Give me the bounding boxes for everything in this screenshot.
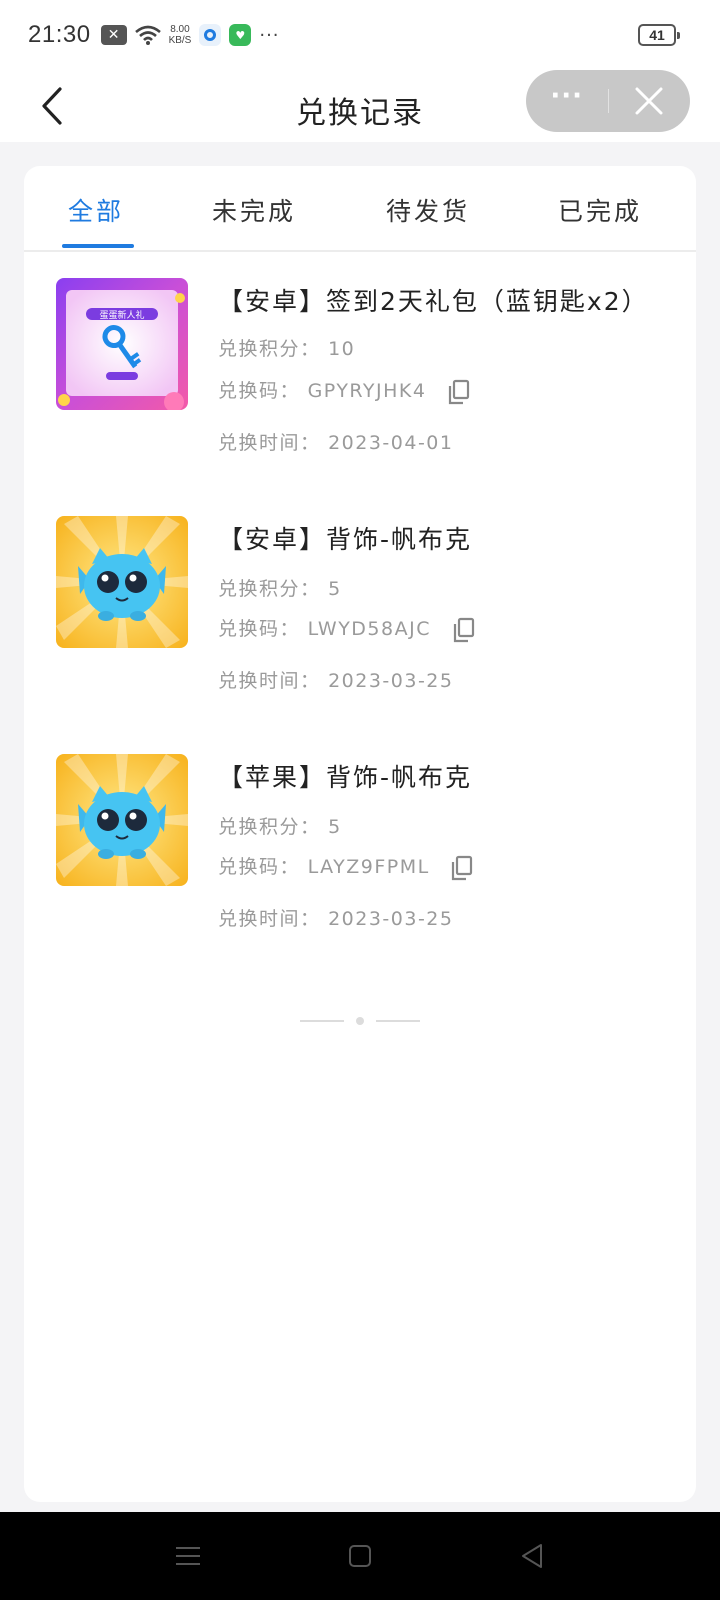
points-value: 5 [328, 578, 342, 600]
code-value: LWYD58AJC [307, 618, 431, 640]
time-label: 兑换时间： [218, 908, 321, 930]
record-points-row: 兑换积分： 5 [218, 812, 342, 839]
net-speed: 8.00 KB/S [169, 24, 192, 46]
list-end-marker [24, 1016, 696, 1026]
time-value: 2023-03-25 [328, 670, 454, 692]
records-card: 全部 未完成 待发货 已完成 蛋蛋新人礼 【安卓】签到2天礼包（蓝钥匙x2） 兑… [24, 166, 696, 1502]
copy-icon [452, 855, 473, 880]
record-code-row: 兑换码： GPYRYJHK4 [218, 376, 472, 405]
status-time: 21:30 [28, 21, 91, 48]
end-divider-left [300, 1020, 344, 1022]
system-back-button[interactable] [512, 1540, 552, 1572]
battery-indicator: 41 [638, 24, 680, 46]
record-item[interactable]: 蛋蛋新人礼 【安卓】签到2天礼包（蓝钥匙x2） 兑换积分： 10 兑换码： GP… [56, 278, 676, 478]
record-code-row: 兑换码： LWYD58AJC [218, 614, 477, 643]
net-speed-value: 8.00 [170, 24, 190, 35]
x-badge-icon: ✕ [100, 25, 127, 45]
code-label: 兑换码： [218, 856, 301, 878]
record-thumbnail: 蛋蛋新人礼 [56, 278, 188, 410]
record-title: 【安卓】背饰-帆布克 [218, 525, 473, 554]
points-label: 兑换积分： [218, 816, 321, 838]
home-button[interactable] [340, 1540, 380, 1572]
active-tab-indicator [62, 244, 134, 248]
points-label: 兑换积分： [218, 338, 321, 360]
code-label: 兑换码： [218, 380, 301, 402]
more-notifications: ··· [259, 24, 280, 46]
points-value: 10 [328, 338, 356, 360]
record-item[interactable]: 【苹果】背饰-帆布克 兑换积分： 5 兑换码： LAYZ9FPML 兑换时间： … [56, 754, 676, 954]
ellipsis-icon: ··· [550, 81, 584, 111]
mini-program-capsule: ··· [526, 70, 690, 132]
more-button[interactable]: ··· [526, 70, 608, 132]
close-button[interactable] [609, 70, 691, 132]
system-nav-bar [0, 1512, 720, 1600]
tab-bar: 全部 未完成 待发货 已完成 [24, 166, 696, 252]
app-notification-icon [199, 24, 222, 46]
menu-icon [176, 1547, 200, 1565]
code-value: GPYRYJHK4 [307, 380, 427, 402]
blue-creature-thumbnail [56, 754, 188, 886]
nav-bar: 兑换记录 ··· [0, 70, 720, 142]
record-time-row: 兑换时间： 2023-03-25 [218, 904, 453, 931]
time-value: 2023-04-01 [328, 432, 454, 454]
record-time-row: 兑换时间： 2023-04-01 [218, 428, 453, 455]
copy-code-button[interactable] [451, 617, 477, 643]
copy-code-button[interactable] [449, 855, 475, 881]
time-label: 兑换时间： [218, 670, 321, 692]
record-points-row: 兑换积分： 5 [218, 574, 342, 601]
copy-icon [453, 617, 474, 642]
end-divider-right [376, 1020, 420, 1022]
close-icon [635, 87, 663, 115]
thumb-caption: 蛋蛋新人礼 [99, 309, 144, 321]
blue-creature-thumbnail [56, 516, 188, 648]
home-square-icon [349, 1545, 371, 1567]
status-bar: 21:30 ✕ 8.00 KB/S ♥ ··· 41 [0, 0, 720, 70]
time-label: 兑换时间： [218, 432, 321, 454]
recent-apps-button[interactable] [168, 1540, 208, 1572]
end-dot [356, 1017, 364, 1025]
record-code-row: 兑换码： LAYZ9FPML [218, 852, 475, 881]
record-title: 【苹果】背饰-帆布克 [218, 763, 473, 792]
code-label: 兑换码： [218, 618, 301, 640]
back-triangle-icon [522, 1544, 542, 1568]
blue-key-giftpack-thumbnail: 蛋蛋新人礼 [56, 278, 188, 410]
copy-icon [448, 379, 470, 404]
record-thumbnail [56, 516, 188, 648]
time-value: 2023-03-25 [328, 908, 454, 930]
copy-code-button[interactable] [446, 379, 472, 405]
code-value: LAYZ9FPML [307, 856, 430, 878]
record-points-row: 兑换积分： 10 [218, 334, 355, 361]
record-item[interactable]: 【安卓】背饰-帆布克 兑换积分： 5 兑换码： LWYD58AJC 兑换时间： … [56, 516, 676, 716]
tab-incomplete[interactable]: 未完成 [212, 192, 296, 228]
status-icons: ✕ 8.00 KB/S ♥ ··· [100, 24, 280, 46]
record-time-row: 兑换时间： 2023-03-25 [218, 666, 453, 693]
net-speed-unit: KB/S [168, 35, 192, 46]
wifi-icon [134, 25, 161, 45]
points-value: 5 [328, 816, 342, 838]
tab-completed[interactable]: 已完成 [558, 192, 642, 228]
tab-all[interactable]: 全部 [68, 192, 124, 228]
shopping-app-icon: ♥ [229, 24, 252, 46]
record-title: 【安卓】签到2天礼包（蓝钥匙x2） [218, 287, 649, 316]
record-thumbnail [56, 754, 188, 886]
tab-pending-shipment[interactable]: 待发货 [386, 192, 470, 228]
points-label: 兑换积分： [218, 578, 321, 600]
